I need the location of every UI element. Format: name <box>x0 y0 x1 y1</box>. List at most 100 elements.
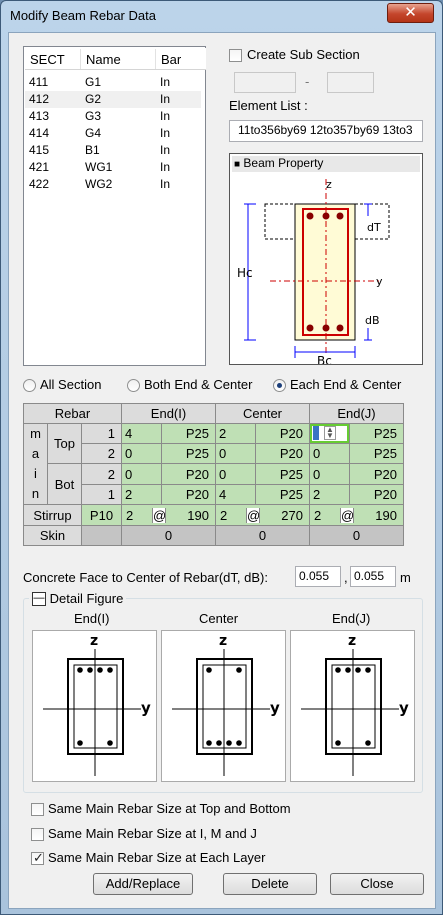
concrete-face-label: Concrete Face to Center of Rebar(dT, dB)… <box>23 570 268 585</box>
top-layer2-end-i-size[interactable]: P25 <box>161 443 216 464</box>
top-layer1-center-size[interactable]: P20 <box>255 423 310 444</box>
column-header-sect[interactable]: SECT <box>30 52 65 67</box>
title-bar[interactable]: Modify Beam Rebar Data ✕ <box>1 1 442 31</box>
bot-layer1-end-i-size[interactable]: P20 <box>161 484 216 505</box>
list-item[interactable]: 422 WG2 In <box>25 176 201 193</box>
element-list-label: Element List : <box>229 98 308 113</box>
section-list[interactable]: SECT Name Bar 411 G1 In 412 G2 In 413 G3… <box>23 46 206 366</box>
bot-label: Bot <box>47 463 82 505</box>
end-i-section-drawing: z y <box>43 633 151 776</box>
stirrup-center-spacing[interactable]: 270 <box>260 508 309 523</box>
same-size-each-layer-label: Same Main Rebar Size at Each Layer <box>48 850 266 865</box>
stirrup-end-i-legs[interactable]: 2 <box>122 508 152 523</box>
list-item[interactable]: 421 WG1 In <box>25 159 201 176</box>
bot-layer2-end-i-size[interactable]: P20 <box>161 463 216 485</box>
create-sub-section-label: Create Sub Section <box>247 47 360 62</box>
list-item[interactable]: 411 G1 In <box>25 74 201 91</box>
dialog-window: Modify Beam Rebar Data ✕ SECT Name Bar 4… <box>0 0 443 915</box>
top-layer2-end-j-size[interactable]: P25 <box>349 443 404 464</box>
main-label-char: i <box>34 466 37 481</box>
column-header-name[interactable]: Name <box>86 52 121 67</box>
add-replace-button[interactable]: Add/Replace <box>93 873 193 895</box>
bot-layer2-end-j-count[interactable]: 0 <box>309 463 350 485</box>
figure-header-end-j: End(J) <box>332 611 371 626</box>
close-window-button[interactable]: ✕ <box>387 3 434 23</box>
same-size-top-bottom-checkbox[interactable] <box>31 803 44 816</box>
bot-layer1-end-i-count[interactable]: 2 <box>121 484 162 505</box>
same-size-imj-checkbox[interactable] <box>31 828 44 841</box>
square-bullet-icon: ■ <box>234 159 241 170</box>
close-button[interactable]: Close <box>330 873 424 895</box>
top-layer1-end-j-size[interactable]: P25 <box>349 423 404 444</box>
top-layer1-end-i-size[interactable]: P25 <box>161 423 216 444</box>
stirrup-size[interactable]: P10 <box>81 504 122 526</box>
bot-layer2-end-j-size[interactable]: P20 <box>349 463 404 485</box>
stirrup-center: 2 @ 270 <box>215 504 310 526</box>
top-layer2-end-i-count[interactable]: 0 <box>121 443 162 464</box>
stirrup-center-legs[interactable]: 2 <box>216 508 246 523</box>
list-item-name: WG2 <box>85 177 113 191</box>
sub-section-to-field[interactable] <box>327 72 374 93</box>
axis-y-label: y <box>399 699 409 717</box>
dialog-client-area: SECT Name Bar 411 G1 In 412 G2 In 413 G3… <box>8 32 436 909</box>
spin-updown-icon[interactable]: ▲ ▼ <box>324 426 336 440</box>
stirrup-end-j-spacing[interactable]: 190 <box>354 508 403 523</box>
main-label-char: n <box>31 486 40 501</box>
list-item[interactable]: 414 G4 In <box>25 125 201 142</box>
window-title: Modify Beam Rebar Data <box>10 8 156 23</box>
bot-layer2-center-size[interactable]: P25 <box>255 463 310 485</box>
create-sub-section-checkbox[interactable] <box>229 49 242 62</box>
element-list-field[interactable]: 11to356by69 12to357by69 13to3 <box>229 120 423 142</box>
list-item-sect: 422 <box>29 177 50 191</box>
column-divider[interactable] <box>155 49 156 69</box>
same-size-each-layer-checkbox[interactable] <box>31 850 44 866</box>
section-list-header: SECT Name Bar <box>25 48 206 70</box>
list-item-name: G4 <box>85 126 102 140</box>
top-layer1-center-count[interactable]: 2 <box>215 423 256 444</box>
layer-number: 2 <box>81 463 122 485</box>
each-end-center-radio[interactable] <box>273 379 286 392</box>
top-layer2-center-size[interactable]: P20 <box>255 443 310 464</box>
all-section-radio[interactable] <box>23 379 36 392</box>
bot-layer2-center-count[interactable]: 0 <box>215 463 256 485</box>
same-size-top-bottom-label: Same Main Rebar Size at Top and Bottom <box>48 801 291 816</box>
list-item-sect: 415 <box>29 143 50 157</box>
center-header: Center <box>215 403 310 424</box>
delete-button[interactable]: Delete <box>223 873 317 895</box>
main-label-char: a <box>31 446 40 461</box>
stirrup-end-j: 2 @ 190 <box>309 504 404 526</box>
bot-layer1-center-size[interactable]: P25 <box>255 484 310 505</box>
top-layer1-end-i-count[interactable]: 4 <box>121 423 162 444</box>
list-item-name: G2 <box>85 92 102 106</box>
top-layer2-center-count[interactable]: 0 <box>215 443 256 464</box>
at-symbol: @ <box>340 507 355 523</box>
column-header-bar[interactable]: Bar <box>161 52 181 67</box>
top-layer2-end-j-count[interactable]: 0 <box>309 443 350 464</box>
list-item-selected[interactable]: 412 G2 In <box>25 91 201 108</box>
figure-header-end-i: End(I) <box>74 611 110 626</box>
stirrup-end-j-legs[interactable]: 2 <box>310 508 340 523</box>
bot-layer2-end-i-count[interactable]: 0 <box>121 463 162 485</box>
bot-layer1-end-j-size[interactable]: P20 <box>349 484 404 505</box>
at-symbol: @ <box>152 507 167 523</box>
main-label-char: m <box>30 426 41 441</box>
top-layer1-end-j-count-editor[interactable]: ▲ ▼ <box>309 423 350 444</box>
at-symbol: @ <box>246 507 261 523</box>
db-field[interactable]: 0.055 <box>350 566 396 587</box>
bot-layer1-end-j-count[interactable]: 2 <box>309 484 350 505</box>
list-item-bar: In <box>160 143 171 157</box>
layer-number: 2 <box>81 443 122 464</box>
column-divider[interactable] <box>80 49 81 69</box>
list-item[interactable]: 413 G3 In <box>25 108 201 125</box>
detail-figure-label: Detail Figure <box>49 591 124 607</box>
sub-section-from-field[interactable] <box>234 72 296 93</box>
list-item[interactable]: 415 B1 In <box>25 142 201 159</box>
stirrup-end-i-spacing[interactable]: 190 <box>166 508 215 523</box>
bot-layer1-center-count[interactable]: 4 <box>215 484 256 505</box>
both-end-center-radio[interactable] <box>127 379 140 392</box>
center-figure: z y <box>161 630 286 782</box>
list-item-bar: In <box>160 126 171 140</box>
collapse-toggle-icon[interactable]: — <box>32 591 46 606</box>
top-label: Top <box>47 423 82 464</box>
dt-field[interactable]: 0.055 <box>295 566 341 587</box>
